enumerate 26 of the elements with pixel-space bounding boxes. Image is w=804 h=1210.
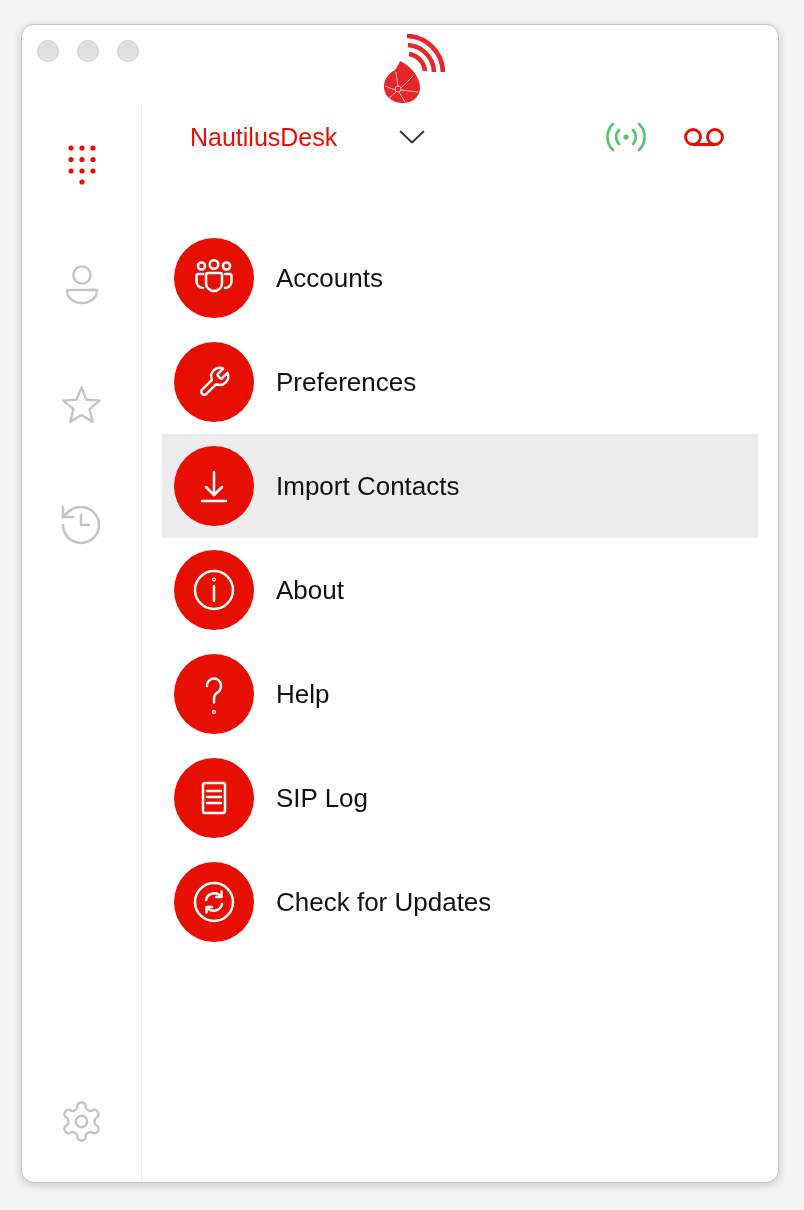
chevron-down-icon[interactable] (399, 130, 426, 144)
history-icon[interactable] (61, 504, 102, 546)
menu-item[interactable]: Help (162, 642, 758, 746)
menu-item[interactable]: Import Contacts (162, 434, 758, 538)
minimize-button[interactable] (77, 40, 99, 62)
people-icon (174, 238, 254, 318)
account-selector[interactable]: NautilusDesk (190, 122, 426, 152)
menu-item[interactable]: Preferences (162, 330, 758, 434)
close-button[interactable] (37, 40, 59, 62)
document-icon (174, 758, 254, 838)
voicemail-icon[interactable] (684, 127, 724, 147)
download-icon (174, 446, 254, 526)
star-icon[interactable] (61, 386, 102, 424)
shell-logo (383, 34, 445, 106)
wrench-icon (174, 342, 254, 422)
menu-item[interactable]: Accounts (162, 226, 758, 330)
zoom-button[interactable] (117, 40, 139, 62)
settings-icon[interactable] (61, 1101, 102, 1142)
dialpad-icon[interactable] (67, 145, 96, 185)
menu-item[interactable]: About (162, 538, 758, 642)
person-icon[interactable] (64, 265, 99, 305)
menu-item[interactable]: Check for Updates (162, 850, 758, 954)
refresh-icon (174, 862, 254, 942)
question-icon (174, 654, 254, 734)
info-icon (174, 550, 254, 630)
menu-item[interactable]: SIP Log (162, 746, 758, 850)
